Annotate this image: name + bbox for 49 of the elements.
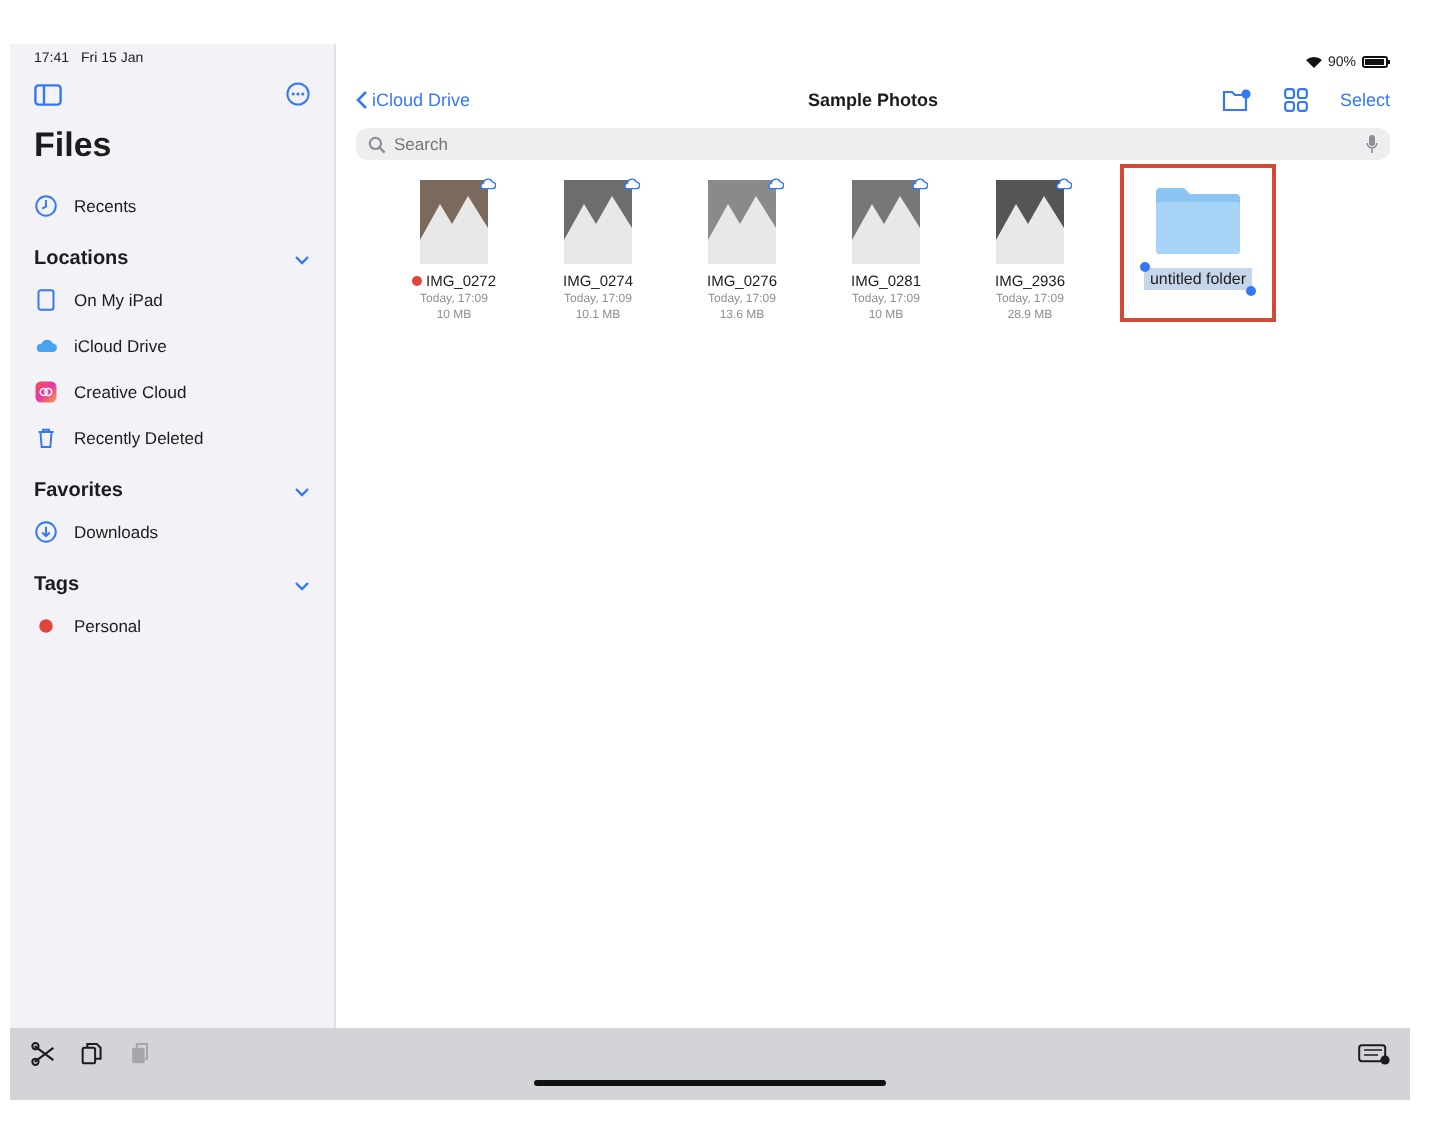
sidebar-item[interactable]: Downloads [34,508,310,554]
back-button[interactable]: iCloud Drive [356,90,808,110]
grid-view-icon[interactable] [1284,88,1308,112]
photo-thumbnail[interactable] [996,180,1064,264]
tablet-icon [34,287,58,311]
more-icon[interactable] [286,82,310,106]
sidebar-toggle-icon[interactable] [34,83,62,105]
new-folder-icon[interactable] [1222,88,1252,112]
section-title: Tags [34,574,80,596]
sidebar-item[interactable]: On My iPad [34,276,310,322]
battery-icon [1362,56,1390,68]
tag-dot [34,613,58,637]
app-icon [34,379,58,403]
photo-thumbnail[interactable] [708,180,776,264]
search-input[interactable]: Search [394,134,1358,154]
search-field[interactable]: Search [356,128,1390,160]
cloud-download-icon [910,176,928,194]
wifi-icon [1305,56,1322,68]
select-button[interactable]: Select [1340,90,1391,110]
folder-icon[interactable] [1152,184,1244,256]
sidebar-item[interactable]: Creative Cloud [34,368,310,414]
back-chevron-icon [356,90,368,110]
microphone-icon[interactable] [1366,134,1378,154]
chevron-icon[interactable] [294,253,310,265]
name-field[interactable]: untitled folder [1143,268,1253,290]
photo-thumbnail[interactable] [852,180,920,264]
cloud-download-icon [766,176,784,194]
sidebar-item[interactable]: iCloud Drive [34,322,310,368]
chevron-icon[interactable] [294,485,310,497]
cloud-download-icon [478,176,496,194]
sidebar-item[interactable]: Personal [34,602,310,648]
cloud-download-icon [1054,176,1072,194]
photo-thumbnail[interactable] [564,180,632,264]
chevron-icon[interactable] [294,579,310,591]
cut-icon[interactable] [30,1040,58,1068]
photo-thumbnail[interactable] [420,180,488,264]
sidebar-item[interactable]: Recently Deleted [34,414,310,460]
clock-icon [34,193,58,217]
section-title: Locations [34,248,129,270]
download-icon [34,519,58,543]
copy-icon[interactable] [78,1040,106,1068]
sidebar-title: Files [34,126,114,166]
search-icon [368,135,386,153]
cloud-download-icon [622,176,640,194]
section-title: Favorites [34,480,123,502]
trash-icon [34,425,58,449]
sidebar-item[interactable]: Recents [34,182,310,228]
keyboard-icon[interactable] [1358,1042,1390,1066]
folder-title: Sample Photos [808,90,939,110]
